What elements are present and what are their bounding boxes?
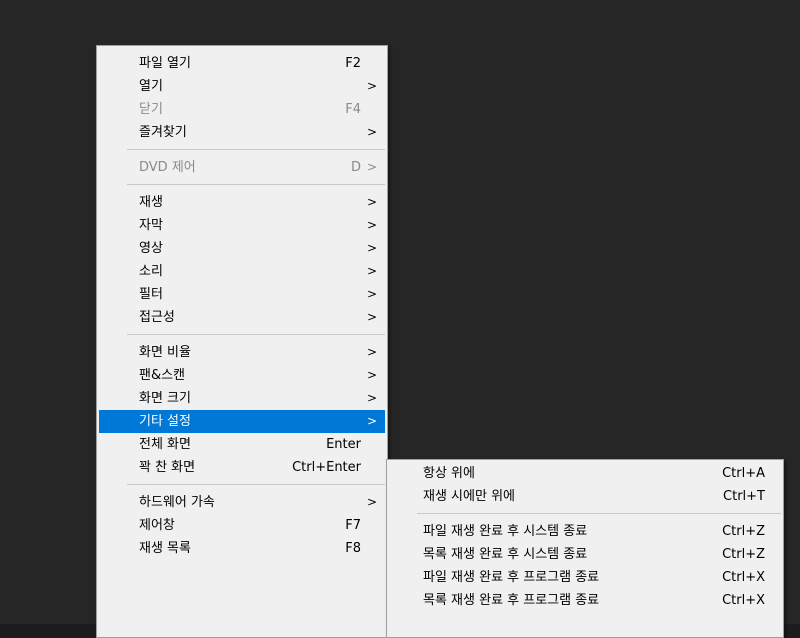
menu-item-label: 꽉 찬 화면	[139, 460, 196, 475]
menu-item-label: 영상	[139, 241, 163, 256]
menu-item-close[interactable]: 닫기 F4	[97, 98, 387, 121]
menu-item-label: 닫기	[139, 102, 163, 117]
menu-item-label: 목록 재생 완료 후 시스템 종료	[423, 547, 588, 562]
menu-item-label: 파일 재생 완료 후 프로그램 종료	[423, 570, 600, 585]
submenu-item-exit-after-list[interactable]: 목록 재생 완료 후 프로그램 종료 Ctrl+X	[387, 589, 783, 612]
chevron-right-icon: >	[366, 391, 377, 405]
menu-item-open[interactable]: 열기 >	[97, 75, 387, 98]
menu-item-video[interactable]: 영상 >	[97, 237, 387, 260]
menu-item-subtitles[interactable]: 자막 >	[97, 214, 387, 237]
submenu-item-shutdown-after-list[interactable]: 목록 재생 완료 후 시스템 종료 Ctrl+Z	[387, 543, 783, 566]
menu-item-favorites[interactable]: 즐겨찾기 >	[97, 121, 387, 144]
menu-item-label: 제어창	[139, 518, 175, 533]
menu-item-shortcut: Ctrl+X	[722, 570, 765, 585]
menu-item-label: 접근성	[139, 310, 175, 325]
menu-item-label: 파일 재생 완료 후 시스템 종료	[423, 524, 588, 539]
submenu-item-exit-after-file[interactable]: 파일 재생 완료 후 프로그램 종료 Ctrl+X	[387, 566, 783, 589]
chevron-right-icon: >	[366, 345, 377, 359]
menu-item-shortcut: Ctrl+Z	[722, 547, 765, 562]
chevron-right-icon: >	[366, 218, 377, 232]
menu-item-label: 자막	[139, 218, 163, 233]
menu-item-other-settings[interactable]: 기타 설정 >	[99, 410, 385, 433]
menu-item-label: 화면 크기	[139, 391, 191, 406]
menu-item-shortcut: Ctrl+Z	[722, 524, 765, 539]
other-settings-submenu: 항상 위에 Ctrl+A 재생 시에만 위에 Ctrl+T 파일 재생 완료 후…	[386, 459, 784, 638]
chevron-right-icon: >	[366, 241, 377, 255]
menu-item-screen-size[interactable]: 화면 크기 >	[97, 387, 387, 410]
menu-separator	[127, 184, 385, 185]
chevron-right-icon: >	[366, 264, 377, 278]
menu-separator	[127, 149, 385, 150]
menu-item-label: DVD 제어	[139, 160, 196, 175]
menu-item-label: 하드웨어 가속	[139, 495, 215, 510]
menu-item-audio[interactable]: 소리 >	[97, 260, 387, 283]
menu-item-accessibility[interactable]: 접근성 >	[97, 306, 387, 329]
menu-item-label: 재생 목록	[139, 541, 191, 556]
menu-item-shortcut: F7	[345, 518, 361, 533]
menu-separator	[417, 513, 781, 514]
menu-item-shortcut: F4	[345, 102, 361, 117]
menu-item-shortcut: Ctrl+X	[722, 593, 765, 608]
chevron-right-icon: >	[366, 414, 377, 428]
menu-item-playlist[interactable]: 재생 목록 F8	[97, 537, 387, 560]
menu-item-shortcut: Ctrl+Enter	[292, 460, 361, 475]
submenu-item-always-on-top[interactable]: 항상 위에 Ctrl+A	[387, 462, 783, 485]
chevron-right-icon: >	[366, 79, 377, 93]
menu-item-shortcut: Ctrl+T	[723, 489, 765, 504]
submenu-item-on-top-while-playing[interactable]: 재생 시에만 위에 Ctrl+T	[387, 485, 783, 508]
menu-item-shortcut: F8	[345, 541, 361, 556]
context-menu: 파일 열기 F2 열기 > 닫기 F4 즐겨찾기 > DVD 제어 D > 재생…	[96, 45, 388, 638]
menu-separator	[127, 484, 385, 485]
menu-item-filter[interactable]: 필터 >	[97, 283, 387, 306]
menu-item-pan-scan[interactable]: 팬&스캔 >	[97, 364, 387, 387]
menu-item-label: 재생	[139, 195, 163, 210]
menu-item-hardware-acceleration[interactable]: 하드웨어 가속 >	[97, 491, 387, 514]
chevron-right-icon: >	[366, 495, 377, 509]
menu-item-playback[interactable]: 재생 >	[97, 191, 387, 214]
chevron-right-icon: >	[366, 310, 377, 324]
chevron-right-icon: >	[366, 368, 377, 382]
menu-item-shortcut: Ctrl+A	[722, 466, 765, 481]
menu-item-aspect-ratio[interactable]: 화면 비율 >	[97, 341, 387, 364]
menu-item-shortcut: D	[350, 160, 361, 175]
menu-item-label: 파일 열기	[139, 56, 191, 71]
menu-item-shortcut: F2	[345, 56, 361, 71]
chevron-right-icon: >	[366, 125, 377, 139]
menu-item-label: 소리	[139, 264, 163, 279]
menu-item-open-file[interactable]: 파일 열기 F2	[97, 52, 387, 75]
chevron-right-icon: >	[366, 160, 377, 174]
menu-item-label: 목록 재생 완료 후 프로그램 종료	[423, 593, 600, 608]
menu-item-fill-screen[interactable]: 꽉 찬 화면 Ctrl+Enter	[97, 456, 387, 479]
menu-item-label: 팬&스캔	[139, 368, 186, 383]
menu-separator	[127, 334, 385, 335]
submenu-item-shutdown-after-file[interactable]: 파일 재생 완료 후 시스템 종료 Ctrl+Z	[387, 520, 783, 543]
menu-item-label: 필터	[139, 287, 163, 302]
menu-item-label: 즐겨찾기	[139, 125, 187, 140]
menu-item-shortcut: Enter	[326, 437, 361, 452]
menu-item-fullscreen[interactable]: 전체 화면 Enter	[97, 433, 387, 456]
menu-item-label: 화면 비율	[139, 345, 191, 360]
menu-item-label: 전체 화면	[139, 437, 191, 452]
chevron-right-icon: >	[366, 287, 377, 301]
menu-item-label: 항상 위에	[423, 466, 475, 481]
menu-item-label: 기타 설정	[139, 414, 191, 429]
chevron-right-icon: >	[366, 195, 377, 209]
menu-item-label: 열기	[139, 79, 163, 94]
menu-item-dvd-control[interactable]: DVD 제어 D >	[97, 156, 387, 179]
menu-item-control-panel[interactable]: 제어창 F7	[97, 514, 387, 537]
menu-item-label: 재생 시에만 위에	[423, 489, 515, 504]
